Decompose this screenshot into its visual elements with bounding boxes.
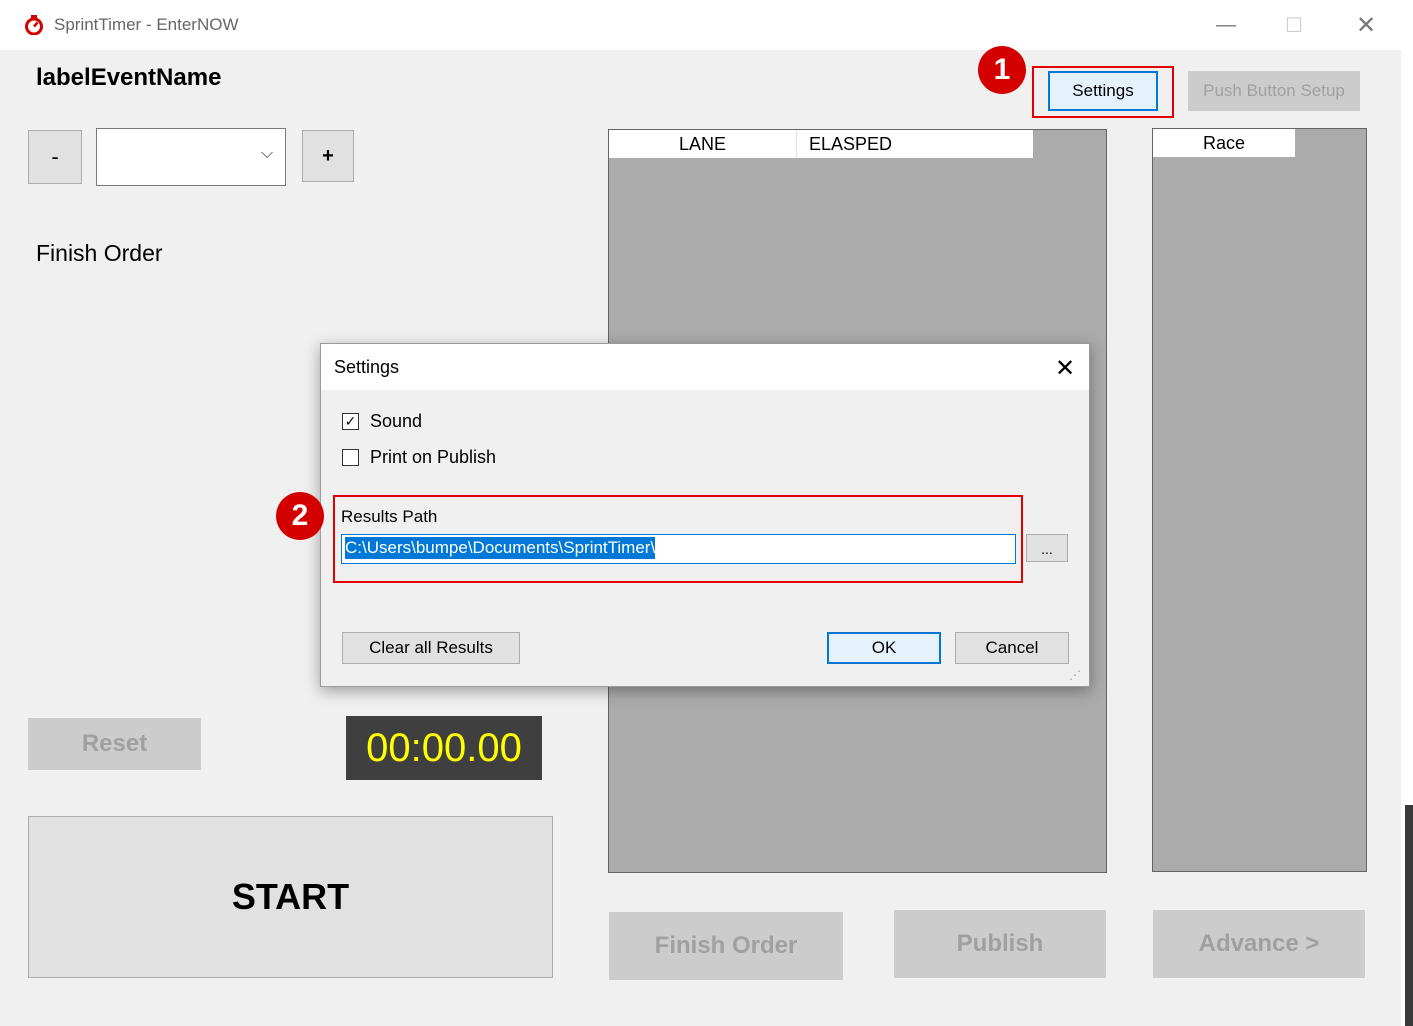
resize-grip-icon[interactable]: ⋰ — [1069, 668, 1085, 684]
column-header-lane[interactable]: LANE — [609, 130, 797, 158]
window-edge-shadow — [1405, 805, 1413, 1026]
annotation-box-2 — [333, 495, 1023, 583]
column-header-elapsed[interactable]: ELASPED — [797, 130, 1033, 158]
finish-order-button[interactable]: Finish Order — [609, 912, 843, 980]
minimize-button[interactable]: — — [1206, 8, 1246, 42]
dialog-title-bar: Settings ✕ — [321, 344, 1089, 390]
settings-button[interactable]: Settings — [1048, 71, 1158, 111]
maximize-button[interactable]: ☐ — [1274, 8, 1314, 42]
chevron-down-icon[interactable]: ⌵ — [261, 145, 277, 165]
push-button-setup-button[interactable]: Push Button Setup — [1188, 71, 1360, 111]
browse-button[interactable]: ... — [1026, 534, 1068, 562]
column-header-race[interactable]: Race — [1153, 129, 1295, 157]
annotation-badge-1: 1 — [978, 46, 1026, 94]
race-grid[interactable]: Race — [1152, 128, 1367, 872]
checkmark-icon: ✓ — [344, 413, 357, 429]
clear-all-results-button[interactable]: Clear all Results — [342, 632, 520, 664]
start-button[interactable]: START — [28, 816, 553, 978]
lane-grid-header: LANE ELASPED — [609, 130, 1033, 158]
cancel-button[interactable]: Cancel — [955, 632, 1069, 664]
event-select[interactable]: ⌵ — [96, 128, 286, 186]
finish-order-label: Finish Order — [36, 240, 163, 266]
timer-display: 00:00.00 — [346, 716, 542, 780]
event-name-label: labelEventName — [36, 64, 222, 91]
print-on-publish-checkbox[interactable] — [342, 449, 359, 466]
ok-button[interactable]: OK — [827, 632, 941, 664]
reset-button[interactable]: Reset — [28, 718, 201, 770]
sound-label: Sound — [370, 411, 423, 431]
dialog-close-icon[interactable]: ✕ — [1049, 352, 1081, 384]
increment-button[interactable]: + — [302, 130, 354, 182]
stopwatch-icon — [25, 15, 43, 35]
publish-button[interactable]: Publish — [894, 910, 1106, 978]
close-button[interactable]: ✕ — [1346, 8, 1386, 42]
sound-checkbox[interactable]: ✓ — [342, 413, 359, 430]
print-on-publish-label: Print on Publish — [370, 447, 497, 467]
dialog-title: Settings — [334, 357, 400, 377]
title-bar: SprintTimer - EnterNOW — ☐ ✕ — [0, 0, 1413, 50]
window-title: SprintTimer - EnterNOW — [54, 15, 239, 34]
decrement-button[interactable]: - — [28, 130, 82, 184]
advance-button[interactable]: Advance > — [1153, 910, 1365, 978]
annotation-badge-2: 2 — [276, 492, 324, 540]
